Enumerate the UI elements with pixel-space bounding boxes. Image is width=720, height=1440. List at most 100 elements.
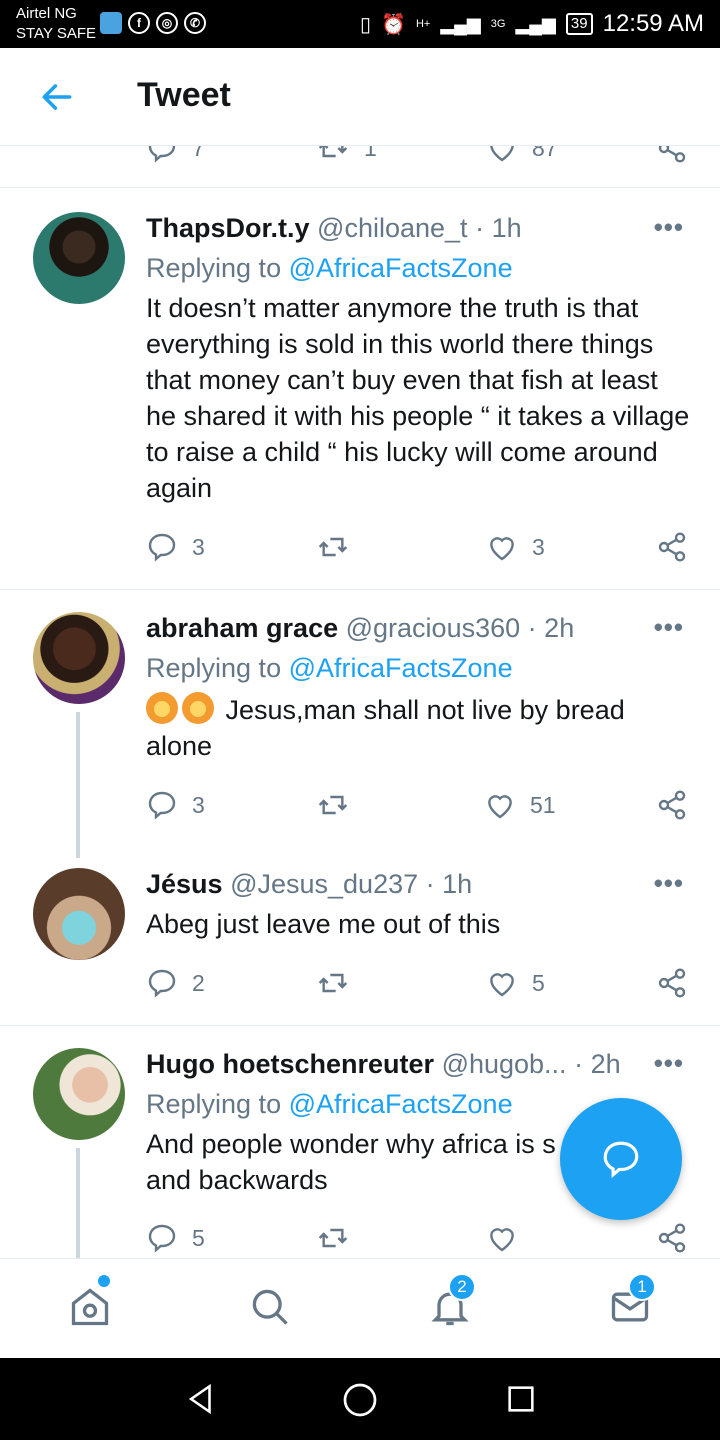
heart-icon	[488, 795, 512, 819]
share-icon	[658, 532, 686, 562]
share-action[interactable]	[656, 967, 688, 999]
like-action[interactable]: 87	[486, 146, 558, 164]
author-name[interactable]: Hugo hoetschenreuter	[146, 1049, 434, 1079]
replying-to: Replying to @AfricaFactsZone	[146, 1086, 513, 1122]
share-icon	[658, 146, 686, 163]
like-action[interactable]: 3	[486, 531, 545, 563]
retweet-icon	[318, 537, 348, 557]
separator: ·	[425, 869, 435, 899]
signal-icon-2: ▂▄▆	[515, 13, 556, 34]
tweet-header: Jésus @Jesus_du237 · 1h	[146, 866, 650, 902]
reply-action[interactable]: 5	[146, 1222, 205, 1254]
nav-recents-button[interactable]	[504, 1382, 538, 1421]
nav-back-button[interactable]	[184, 1382, 218, 1421]
tweet-text: It doesn’t matter anymore the truth is t…	[146, 293, 690, 503]
replying-to-link[interactable]: @AfricaFactsZone	[289, 1089, 513, 1119]
retweet-action[interactable]	[316, 531, 364, 563]
messages-badge: 1	[628, 1273, 656, 1301]
clock: 12:59 AM	[602, 10, 704, 37]
triangle-back-icon	[188, 1383, 211, 1415]
avatar[interactable]	[33, 868, 125, 960]
author-handle: @chiloane_t	[317, 213, 468, 243]
author-name[interactable]: Jésus	[146, 869, 223, 899]
reply-count: 2	[192, 969, 205, 996]
avatar[interactable]	[33, 212, 125, 304]
status-bar: Airtel NG STAY SAFE f ◎ ✆ ▯ ⏰ H+ ▂▄▆ 3G …	[0, 0, 720, 48]
tab-messages[interactable]: 1	[608, 1273, 656, 1334]
retweet-icon	[318, 795, 348, 815]
reply-action[interactable]: 2	[146, 967, 205, 999]
bottom-tab-bar: 2 1	[0, 1258, 720, 1358]
tweet-body: Jesus,man shall not live by bread alone	[146, 692, 691, 764]
share-action[interactable]	[656, 146, 688, 164]
reply-count: 3	[192, 533, 205, 560]
reply-action[interactable]: 3	[146, 531, 205, 563]
reply-icon	[148, 969, 176, 998]
replying-to-link[interactable]: @AfricaFactsZone	[289, 253, 513, 283]
retweet-action[interactable]	[316, 789, 364, 821]
back-button[interactable]	[38, 78, 76, 121]
tab-home[interactable]	[68, 1275, 112, 1334]
home-icon	[71, 1288, 109, 1326]
carrier-name: Airtel NG	[16, 5, 77, 22]
tweet-header: abraham grace @gracious360 · 2h	[146, 610, 650, 646]
tab-notifications[interactable]: 2	[428, 1273, 476, 1334]
like-action[interactable]: 5	[486, 967, 545, 999]
reply-icon	[148, 791, 176, 820]
replying-to: Replying to @AfricaFactsZone	[146, 650, 513, 686]
author-name[interactable]: ThapsDor.t.y	[146, 213, 310, 243]
tweet-text: And people wonder why africa is s and ba…	[146, 1129, 556, 1195]
tweet-header: Hugo hoetschenreuter @hugob... · 2h	[146, 1046, 650, 1082]
nav-home-button[interactable]	[342, 1382, 378, 1423]
replying-prefix: Replying to	[146, 653, 282, 683]
notifications-badge: 2	[448, 1273, 476, 1301]
retweet-action[interactable]	[316, 1222, 364, 1254]
network-type-1: H+	[415, 18, 431, 30]
tweet-actions: 5	[146, 1222, 691, 1254]
share-action[interactable]	[656, 789, 688, 821]
like-action[interactable]	[486, 1222, 532, 1254]
share-icon	[658, 1223, 686, 1253]
avatar[interactable]	[33, 612, 125, 704]
search-icon	[252, 1289, 288, 1325]
compose-reply-button[interactable]	[560, 1098, 682, 1220]
tab-search[interactable]	[248, 1285, 292, 1334]
retweet-action[interactable]: 1	[316, 146, 377, 164]
tweet-time: 2h	[544, 613, 575, 643]
like-action[interactable]: 51	[484, 789, 556, 821]
reply-icon	[148, 1224, 176, 1253]
tweet-time: 1h	[491, 213, 522, 243]
back-arrow-icon	[42, 84, 72, 110]
reply-action[interactable]: 7	[146, 146, 205, 164]
more-options-icon[interactable]: •••	[654, 1048, 684, 1079]
reply-action[interactable]: 3	[146, 789, 205, 821]
separator: ·	[475, 213, 485, 243]
like-count: 51	[530, 791, 556, 818]
replying-to-link[interactable]: @AfricaFactsZone	[289, 653, 513, 683]
carrier-info: Airtel NG STAY SAFE	[16, 4, 96, 44]
tweet-text: Abeg just leave me out of this	[146, 909, 501, 939]
author-name[interactable]: abraham grace	[146, 613, 338, 643]
notification-icons: f ◎ ✆	[100, 12, 206, 34]
square-recents-icon	[508, 1386, 534, 1412]
avatar[interactable]	[33, 1048, 125, 1140]
separator: ·	[527, 613, 537, 643]
tweet-actions: 3 3	[146, 531, 691, 563]
retweet-action[interactable]	[316, 967, 364, 999]
heart-icon	[490, 146, 514, 162]
share-action[interactable]	[656, 1222, 688, 1254]
system-nav-bar	[0, 1358, 720, 1440]
tweet-text: Jesus,man shall not live by bread alone	[146, 695, 625, 761]
more-options-icon[interactable]: •••	[654, 868, 684, 899]
tweet-actions: 2 5	[146, 967, 691, 999]
emoji-icon	[146, 692, 178, 724]
more-options-icon[interactable]: •••	[654, 612, 684, 643]
share-action[interactable]	[656, 531, 688, 563]
reply-count: 3	[192, 791, 205, 818]
circle-home-icon	[343, 1383, 377, 1417]
more-options-icon[interactable]: •••	[654, 212, 684, 243]
retweet-icon	[318, 973, 348, 993]
tweet-time: 1h	[442, 869, 473, 899]
retweet-count: 1	[364, 146, 377, 161]
vibrate-icon: ▯	[360, 13, 372, 36]
